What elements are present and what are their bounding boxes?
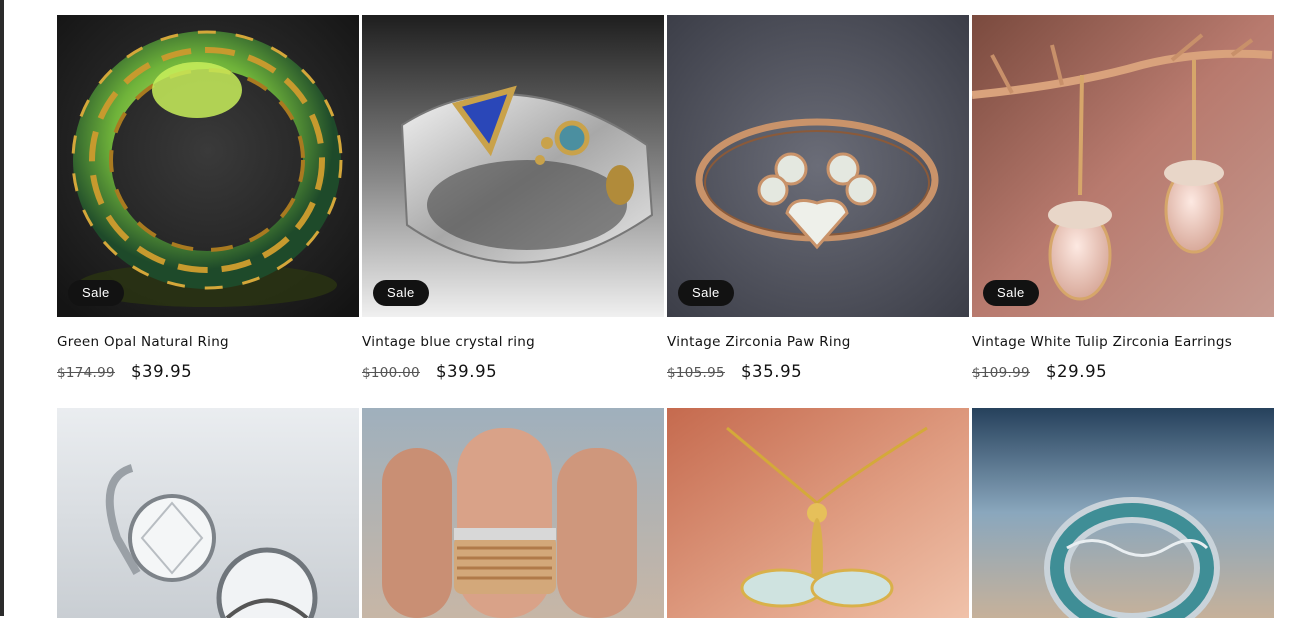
product-title[interactable]: Green Opal Natural Ring xyxy=(57,334,359,350)
blue-crystal-ring-image xyxy=(362,15,664,317)
wrap-ring-image xyxy=(362,408,664,618)
price-row: $100.00 $39.95 xyxy=(362,362,664,381)
product-image[interactable]: Sale xyxy=(362,15,664,317)
compare-at-price: $105.95 xyxy=(667,365,725,381)
dragonfly-necklace-image xyxy=(667,408,969,618)
compare-at-price: $109.99 xyxy=(972,365,1030,381)
product-card[interactable]: Sale Vintage White Tulip Zirconia Earrin… xyxy=(972,15,1274,408)
product-card[interactable] xyxy=(972,408,1274,618)
window-edge xyxy=(0,0,4,616)
green-opal-ring-image xyxy=(57,15,359,317)
product-title[interactable]: Vintage Zirconia Paw Ring xyxy=(667,334,969,350)
product-card[interactable]: Sale Green Opal Natural Ring $174.99 $39… xyxy=(57,15,359,408)
product-card[interactable] xyxy=(667,408,969,618)
product-image[interactable] xyxy=(57,408,359,618)
product-image[interactable]: Sale xyxy=(667,15,969,317)
tulip-earrings-image xyxy=(972,15,1274,317)
sale-badge: Sale xyxy=(68,280,124,306)
sale-price: $39.95 xyxy=(435,362,498,381)
compare-at-price: $100.00 xyxy=(362,365,420,381)
price-row: $105.95 $35.95 xyxy=(667,362,969,381)
sale-badge: Sale xyxy=(678,280,734,306)
diamond-earrings-image xyxy=(57,408,359,618)
sale-price: $35.95 xyxy=(740,362,803,381)
product-title[interactable]: Vintage White Tulip Zirconia Earrings xyxy=(972,334,1274,350)
product-title[interactable]: Vintage blue crystal ring xyxy=(362,334,664,350)
product-image[interactable]: Sale xyxy=(57,15,359,317)
product-card[interactable] xyxy=(57,408,359,618)
sale-price: $29.95 xyxy=(1045,362,1108,381)
price-row: $109.99 $29.95 xyxy=(972,362,1274,381)
sale-badge: Sale xyxy=(983,280,1039,306)
paw-ring-image xyxy=(667,15,969,317)
product-image[interactable] xyxy=(362,408,664,618)
product-card[interactable]: Sale Vintage blue crystal ring $100.00 $… xyxy=(362,15,664,408)
wave-ring-image xyxy=(972,408,1274,618)
product-image[interactable] xyxy=(972,408,1274,618)
product-image[interactable] xyxy=(667,408,969,618)
product-image[interactable]: Sale xyxy=(972,15,1274,317)
sale-price: $39.95 xyxy=(130,362,193,381)
sale-badge: Sale xyxy=(373,280,429,306)
product-grid: Sale Green Opal Natural Ring $174.99 $39… xyxy=(57,15,1274,618)
compare-at-price: $174.99 xyxy=(57,365,115,381)
product-card[interactable]: Sale Vintage Zirconia Paw Ring $105.95 $… xyxy=(667,15,969,408)
product-card[interactable] xyxy=(362,408,664,618)
price-row: $174.99 $39.95 xyxy=(57,362,359,381)
